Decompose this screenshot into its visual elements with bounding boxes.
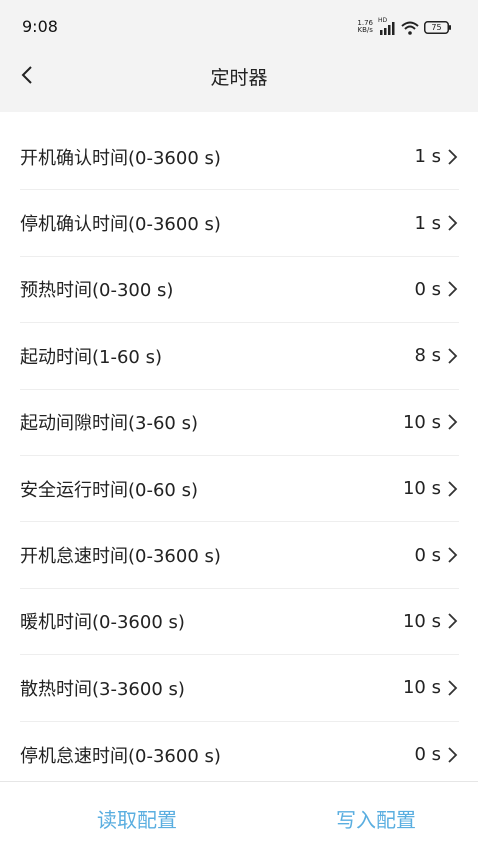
page-title: 定时器 <box>210 67 268 89</box>
hd-label: HD <box>378 17 388 24</box>
setting-label: 预热时间(0-300 s) <box>20 280 174 302</box>
setting-label: 停机确认时间(0-3600 s) <box>20 214 221 236</box>
setting-row-shutdown-idle[interactable]: 停机怠速时间(0-3600 s) 0 s <box>20 722 459 788</box>
battery-icon: 75 <box>424 20 452 34</box>
setting-label: 停机怠速时间(0-3600 s) <box>20 745 221 767</box>
read-config-button[interactable]: 读取配置 <box>97 804 177 833</box>
setting-label: 开机确认时间(0-3600 s) <box>20 147 221 169</box>
setting-value: 0 s <box>414 744 441 766</box>
setting-row-start-interval[interactable]: 起动间隙时间(3-60 s) 10 s <box>20 390 459 456</box>
setting-value: 0 s <box>414 278 441 300</box>
setting-label: 暖机时间(0-3600 s) <box>20 612 185 634</box>
setting-row-safe-run[interactable]: 安全运行时间(0-60 s) 10 s <box>20 456 459 523</box>
status-time: 9:08 <box>22 17 58 36</box>
setting-value: 8 s <box>414 345 441 367</box>
setting-value: 10 s <box>402 610 441 632</box>
setting-label: 起动时间(1-60 s) <box>20 346 162 368</box>
settings-list: 开机确认时间(0-3600 s) 1 s 停机确认时间(0-3600 s) 1 … <box>0 124 478 788</box>
setting-label: 安全运行时间(0-60 s) <box>20 479 198 501</box>
network-speed: 1.76 KB/s <box>357 20 373 34</box>
setting-row-startup-idle[interactable]: 开机怠速时间(0-3600 s) 0 s <box>20 522 459 589</box>
setting-value: 1 s <box>414 212 441 234</box>
chevron-right-icon <box>447 214 459 232</box>
status-bar: 9:08 1.76 KB/s HD 75 <box>0 0 478 52</box>
chevron-right-icon <box>447 413 459 431</box>
setting-value: 0 s <box>414 544 441 566</box>
chevron-right-icon <box>447 679 459 697</box>
nav-bar: 定时器 <box>0 52 478 112</box>
setting-label: 散热时间(3-3600 s) <box>20 678 185 700</box>
setting-row-shutdown-confirm[interactable]: 停机确认时间(0-3600 s) 1 s <box>20 190 459 257</box>
wifi-icon <box>401 20 419 35</box>
setting-row-cooling[interactable]: 散热时间(3-3600 s) 10 s <box>20 655 459 722</box>
setting-value: 10 s <box>402 677 441 699</box>
setting-row-preheat[interactable]: 预热时间(0-300 s) 0 s <box>20 257 459 324</box>
chevron-right-icon <box>447 612 459 630</box>
setting-value: 10 s <box>402 411 441 433</box>
setting-value: 1 s <box>414 146 441 168</box>
chevron-right-icon <box>447 347 459 365</box>
signal-icon: HD <box>378 17 396 35</box>
write-config-button[interactable]: 写入配置 <box>336 804 416 833</box>
chevron-right-icon <box>447 148 459 166</box>
battery-level: 75 <box>431 22 442 32</box>
setting-value: 10 s <box>402 478 441 500</box>
chevron-right-icon <box>447 280 459 298</box>
chevron-right-icon <box>447 480 459 498</box>
status-icons: 1.76 KB/s HD 75 <box>357 17 452 35</box>
setting-row-warmup[interactable]: 暖机时间(0-3600 s) 10 s <box>20 589 459 656</box>
setting-row-start[interactable]: 起动时间(1-60 s) 8 s <box>20 323 459 390</box>
network-speed-unit: KB/s <box>357 26 373 34</box>
chevron-right-icon <box>447 546 459 564</box>
setting-row-startup-confirm[interactable]: 开机确认时间(0-3600 s) 1 s <box>20 124 459 191</box>
setting-label: 开机怠速时间(0-3600 s) <box>20 546 221 568</box>
chevron-right-icon <box>447 746 459 764</box>
bottom-action-bar: 读取配置 写入配置 <box>0 781 478 850</box>
setting-label: 起动间隙时间(3-60 s) <box>20 413 198 435</box>
